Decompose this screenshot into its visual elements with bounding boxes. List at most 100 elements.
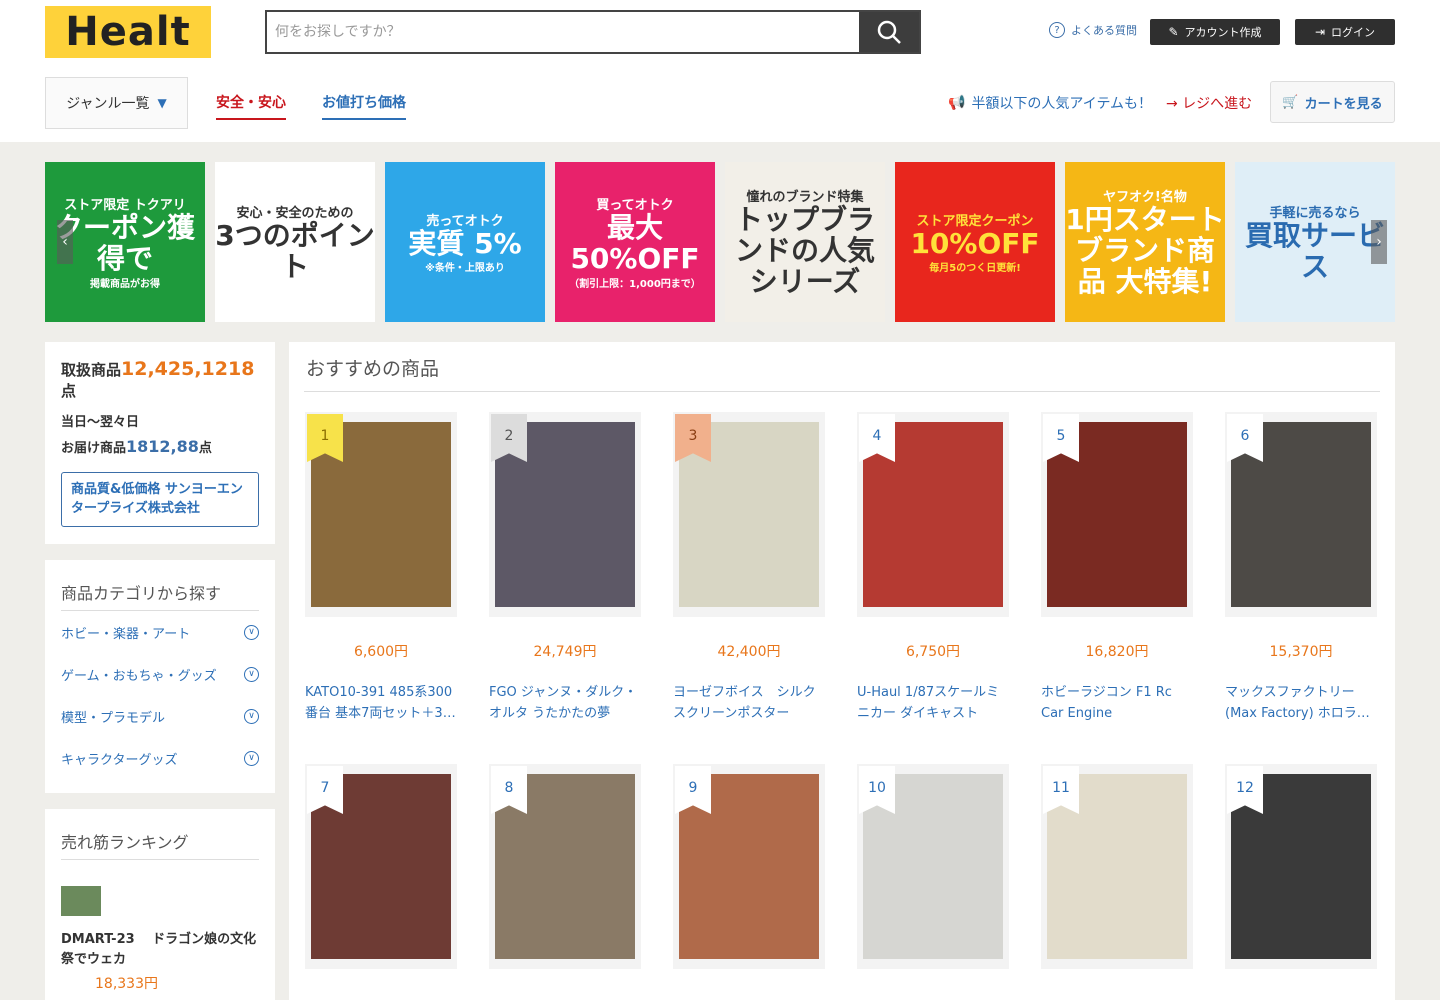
- product-name[interactable]: ホビーラジコン F1 Rc Car Engine: [1041, 683, 1193, 725]
- banner-7-big: 1円スタート ブランド商品 大特集!: [1065, 203, 1225, 298]
- product-card[interactable]: 4 6,750円 U-Haul 1/87スケールミニカー ダイキャスト: [857, 412, 1009, 725]
- banner-6-top: ストア限定クーポン: [916, 213, 1034, 229]
- banner-6-big: 10%OFF: [910, 226, 1040, 260]
- banner-3[interactable]: 売ってオトク 実質 5% ※条件・上限あり: [385, 162, 545, 322]
- product-card[interactable]: 8: [489, 764, 641, 969]
- cart-icon: 🛒: [1282, 94, 1299, 110]
- product-thumb[interactable]: 2: [489, 412, 641, 617]
- product-card[interactable]: 2 24,749円 FGO ジャンヌ・ダルク・オルタ うたかたの夢: [489, 412, 641, 725]
- login-icon: ⇥: [1314, 25, 1326, 39]
- banner-1-sub: 掲載商品がお得: [90, 278, 160, 290]
- product-thumb[interactable]: 4: [857, 412, 1009, 617]
- checkout-link[interactable]: → レジへ進む: [1166, 93, 1252, 113]
- recommended-title: おすすめの商品: [304, 342, 1380, 392]
- search-button[interactable]: [859, 12, 919, 52]
- category-item-hobby[interactable]: ホビー・楽器・アート ∨: [61, 611, 259, 653]
- stats-total-unit: 点: [61, 382, 77, 400]
- megaphone-icon: 📢: [948, 95, 966, 111]
- category-title: 商品カテゴリから探す: [61, 580, 259, 611]
- product-card[interactable]: 7: [305, 764, 457, 969]
- product-card[interactable]: 6 15,370円 マックスファクトリー(Max Factory) ホロライブ: [1225, 412, 1377, 725]
- category-panel: 商品カテゴリから探す ホビー・楽器・アート ∨ ゲーム・おもちゃ・グッズ ∨ 模型・…: [45, 560, 275, 793]
- ranking-title: 売れ筋ランキング: [61, 829, 259, 860]
- product-thumb[interactable]: 12: [1225, 764, 1377, 969]
- product-name[interactable]: FGO ジャンヌ・ダルク・オルタ うたかたの夢: [489, 683, 641, 725]
- banner-6[interactable]: ストア限定クーポン 10%OFF 毎月5のつく日更新!: [895, 162, 1055, 322]
- ranking-item-price: 18,333円: [95, 976, 158, 992]
- banner-4-big: 最大50%OFF: [570, 211, 700, 275]
- product-thumb[interactable]: 8: [489, 764, 641, 969]
- product-card[interactable]: 9: [673, 764, 825, 969]
- chevron-down-icon: ∨: [244, 708, 259, 724]
- login-button[interactable]: ⇥ ログイン: [1295, 19, 1395, 45]
- faq-link[interactable]: ? よくある質問: [1049, 22, 1137, 38]
- product-thumb[interactable]: 9: [673, 764, 825, 969]
- carousel-prev-arrow[interactable]: ‹: [57, 220, 73, 264]
- product-price: 6,600円: [353, 644, 409, 660]
- stats-total-label: 取扱商品: [61, 361, 122, 379]
- banner-carousel: ストア限定 トクアリ クーポン獲得で 掲載商品がお得 安心・安全のための 3つのポイン…: [45, 162, 1395, 322]
- product-price: 15,370円: [1269, 644, 1333, 660]
- product-thumb[interactable]: 3: [673, 412, 825, 617]
- banner-4-sub: （割引上限：1,000円まで）: [569, 278, 701, 290]
- chevron-down-icon: ∨: [244, 666, 259, 682]
- banner-8-top: 手軽に売るなら: [1269, 205, 1361, 221]
- category-label: ゲーム・おもちゃ・グッズ: [61, 668, 217, 684]
- stats-total-count: 12,425,1218: [121, 358, 255, 380]
- banner-3-big: 実質 5%: [408, 226, 522, 260]
- chevron-down-icon: ∨: [244, 624, 259, 640]
- banner-4[interactable]: 買ってオトク 最大50%OFF （割引上限：1,000円まで）: [555, 162, 715, 322]
- product-thumb[interactable]: 5: [1041, 412, 1193, 617]
- store-link[interactable]: 商品質&低価格 サンヨーエンタープライズ株式会社: [61, 471, 259, 527]
- recommended-panel: おすすめの商品 1 6,600円 KATO10-391 485系300番台 基本…: [289, 342, 1395, 1000]
- category-item-character[interactable]: キャラクターグッズ ∨: [61, 737, 259, 779]
- nav-safe[interactable]: 安全・安心: [216, 92, 286, 120]
- banner-2[interactable]: 安心・安全のための 3つのポイント: [215, 162, 375, 322]
- product-name[interactable]: ヨーゼフボイス シルクスクリーンポスター: [673, 683, 825, 725]
- genre-dropdown[interactable]: ジャンル一覧 ▼: [45, 77, 188, 129]
- carousel-next-arrow[interactable]: ›: [1371, 220, 1387, 264]
- product-thumb[interactable]: 6: [1225, 412, 1377, 617]
- search-input[interactable]: [267, 12, 859, 52]
- banner-3-top: 売ってオトク: [426, 213, 504, 229]
- stats-delivery: 当日〜翌々日 お届け商品1812,88点: [61, 413, 259, 460]
- product-card[interactable]: 12: [1225, 764, 1377, 969]
- category-item-games[interactable]: ゲーム・おもちゃ・グッズ ∨: [61, 653, 259, 695]
- product-card[interactable]: 3 42,400円 ヨーゼフボイス シルクスクリーンポスター: [673, 412, 825, 725]
- product-card[interactable]: 11: [1041, 764, 1193, 969]
- product-name[interactable]: マックスファクトリー(Max Factory) ホロライブ: [1225, 683, 1377, 725]
- product-thumb[interactable]: 11: [1041, 764, 1193, 969]
- cart-label: カートを見る: [1304, 96, 1383, 112]
- stats-panel: 取扱商品12,425,1218 点 当日〜翌々日 お届け商品1812,88点 商品…: [45, 342, 275, 544]
- ranking-item-image[interactable]: [61, 886, 101, 916]
- product-name[interactable]: KATO10-391 485系300番台 基本7両セット＋3両セット: [305, 683, 457, 725]
- product-card[interactable]: 5 16,820円 ホビーラジコン F1 Rc Car Engine: [1041, 412, 1193, 725]
- banner-5[interactable]: 憧れのブランド特集 トップブランドの人気シリーズ: [725, 162, 885, 322]
- product-card[interactable]: 1 6,600円 KATO10-391 485系300番台 基本7両セット＋3両…: [305, 412, 457, 725]
- product-thumb[interactable]: 10: [857, 764, 1009, 969]
- stats-delivery-count: 1812,88: [126, 436, 199, 456]
- chevron-down-icon: ▼: [157, 96, 167, 110]
- product-name[interactable]: U-Haul 1/87スケールミニカー ダイキャスト: [857, 683, 1009, 725]
- banner-5-big: トップブランドの人気シリーズ: [734, 203, 875, 298]
- create-account-button[interactable]: ✎ アカウント作成: [1150, 19, 1280, 45]
- product-price: 42,400円: [717, 644, 781, 660]
- category-item-models[interactable]: 模型・プラモデル ∨: [61, 695, 259, 737]
- ranking-item-title[interactable]: DMART-23 ドラゴン娘の文化祭でウェカ: [61, 930, 259, 969]
- search-icon: [877, 20, 901, 44]
- create-account-label: アカウント作成: [1184, 26, 1262, 39]
- stats-delivery-unit: 点: [198, 440, 212, 456]
- product-card[interactable]: 10: [857, 764, 1009, 969]
- nav-deal[interactable]: お値打ち価格: [322, 92, 406, 120]
- site-logo[interactable]: Healt: [45, 6, 211, 58]
- product-thumb[interactable]: 7: [305, 764, 457, 969]
- banner-7[interactable]: ヤフオク!名物 1円スタート ブランド商品 大特集!: [1065, 162, 1225, 322]
- view-cart-button[interactable]: 🛒 カートを見る: [1270, 81, 1395, 123]
- search-bar: [265, 10, 921, 54]
- product-thumb[interactable]: 1: [305, 412, 457, 617]
- banner-2-top: 安心・安全のための: [236, 205, 354, 221]
- banner-3-sub: ※条件・上限あり: [425, 263, 505, 275]
- site-header: Healt ? よくある質問 ✎ アカウント作成 ⇥ ログイン ジャンル一覧 ▼ 安全・…: [0, 0, 1440, 142]
- promo-link[interactable]: 📢 半額以下の人気アイテムも！: [948, 93, 1152, 113]
- faq-label: よくある質問: [1071, 24, 1137, 37]
